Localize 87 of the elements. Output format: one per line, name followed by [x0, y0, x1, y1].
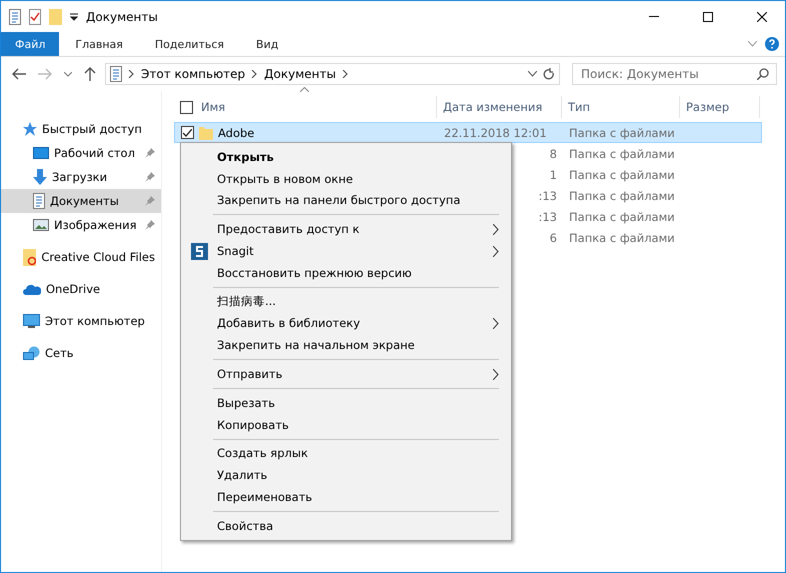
date-cell-text: 1 [548, 168, 558, 182]
address-bar[interactable]: Этот компьютер Документы [105, 63, 560, 85]
menu-item[interactable]: Переименовать [183, 486, 509, 508]
close-icon [757, 12, 767, 22]
column-title: Размер [686, 100, 730, 114]
type-cell-text: Папка с файлами [568, 168, 676, 182]
folder-icon [199, 126, 213, 140]
sidebar-item[interactable]: OneDrive [1, 277, 161, 301]
menu-item[interactable]: Восстановить прежнюю версию [183, 262, 509, 284]
breadcrumb[interactable]: Документы [264, 67, 336, 81]
ribbon-tab[interactable]: Поделиться [138, 32, 240, 56]
menu-item[interactable]: Удалить [183, 464, 509, 486]
menu-item[interactable]: Закрепить на панели быстрого доступа [183, 190, 509, 212]
menu-item[interactable]: Открыть [183, 146, 509, 168]
pin-icon[interactable] [145, 220, 155, 230]
column-title: Дата изменения [443, 100, 542, 114]
search-field[interactable]: Поиск: Документы [572, 63, 777, 85]
menu-item[interactable]: 扫描病毒... [183, 290, 509, 313]
chevron-right-icon [251, 70, 258, 78]
menu-item[interactable]: Свойства [183, 514, 509, 537]
monitor-icon [23, 314, 40, 328]
menu-item[interactable]: Snagit [183, 240, 509, 262]
cloud-icon [23, 284, 41, 294]
sidebar-item[interactable]: Быстрый доступ [1, 117, 161, 141]
column-header[interactable]: Дата изменения [437, 96, 562, 118]
ribbon-tab[interactable]: Главная [59, 32, 139, 56]
date-cell-text: 8 [548, 146, 558, 160]
file-name: Adobe [218, 126, 254, 140]
minimize-icon [649, 16, 659, 18]
snagit-icon [191, 242, 208, 260]
chevron-right-icon [342, 70, 349, 78]
folder-icon [23, 248, 36, 266]
type-cell-text: Папка с файлами [568, 210, 676, 224]
down-arrow-icon [33, 169, 47, 185]
help-icon[interactable] [765, 37, 779, 51]
column-title: Тип [568, 100, 590, 114]
sidebar-item[interactable]: Сеть [1, 341, 161, 365]
breadcrumb[interactable]: Этот компьютер [141, 67, 246, 81]
chevron-down-icon[interactable] [528, 71, 537, 77]
date-cell-text: 6 [548, 230, 558, 244]
menu-item[interactable]: Создать ярлык [183, 442, 509, 464]
desktop-icon [33, 146, 49, 160]
search-icon [757, 68, 769, 80]
menu-item[interactable]: Копировать [183, 414, 509, 436]
menu-item[interactable]: Вырезать [183, 392, 509, 414]
type-cell-text: Папка с файлами [568, 126, 676, 140]
chevron-right-icon [128, 70, 135, 78]
image-icon [33, 219, 49, 231]
sidebar-item[interactable]: Изображения [1, 213, 161, 237]
document-icon [110, 66, 122, 82]
type-cell-text: Папка с файлами [568, 230, 676, 244]
sidebar-item[interactable]: Этот компьютер [1, 309, 161, 333]
window-title: Документы [86, 10, 159, 24]
dropdown-icon[interactable] [70, 12, 78, 20]
sidebar-item[interactable]: Creative Cloud Files [1, 245, 161, 269]
menu-item[interactable]: Предоставить доступ к [183, 218, 509, 240]
sidebar-item[interactable]: Документы [1, 189, 161, 213]
checklist-icon[interactable] [29, 8, 41, 24]
date-cell-text: 22.11.2018 12:01 [443, 126, 548, 140]
menu-item[interactable]: Закрепить на начальном экране [183, 334, 509, 356]
column-title: Имя [201, 100, 226, 114]
ribbon-tab[interactable]: Файл [1, 32, 60, 56]
document-icon [33, 193, 45, 209]
pin-icon[interactable] [145, 172, 155, 182]
type-cell-text: Папка с файлами [568, 188, 676, 202]
menu-item[interactable]: Отправить [183, 363, 509, 385]
sidebar-item[interactable]: Загрузки [1, 165, 161, 189]
column-header[interactable]: Имя [174, 96, 437, 118]
date-cell-text: :13 [537, 210, 558, 224]
menu-item[interactable]: Добавить в библиотеку [183, 312, 509, 334]
network-icon [23, 346, 40, 360]
column-header[interactable]: Тип [562, 96, 680, 118]
checkbox[interactable] [181, 126, 194, 139]
ribbon-tab[interactable]: Вид [240, 32, 294, 56]
file-row[interactable]: Adobe 22.11.2018 12:01 Папка с файлами [174, 122, 762, 143]
sidebar-item[interactable]: Рабочий стол [1, 141, 161, 165]
sort-caret-icon [300, 87, 309, 92]
type-cell-text: Папка с файлами [568, 146, 676, 160]
checkbox[interactable] [180, 100, 193, 114]
document-icon [9, 8, 21, 24]
column-header[interactable]: Размер [680, 96, 760, 118]
pin-icon[interactable] [145, 148, 155, 158]
star-icon [23, 122, 37, 136]
recent-button[interactable] [61, 72, 75, 76]
refresh-icon[interactable] [543, 68, 555, 80]
maximize-icon [703, 12, 713, 22]
menu-item[interactable]: Открыть в новом окне [183, 168, 509, 190]
